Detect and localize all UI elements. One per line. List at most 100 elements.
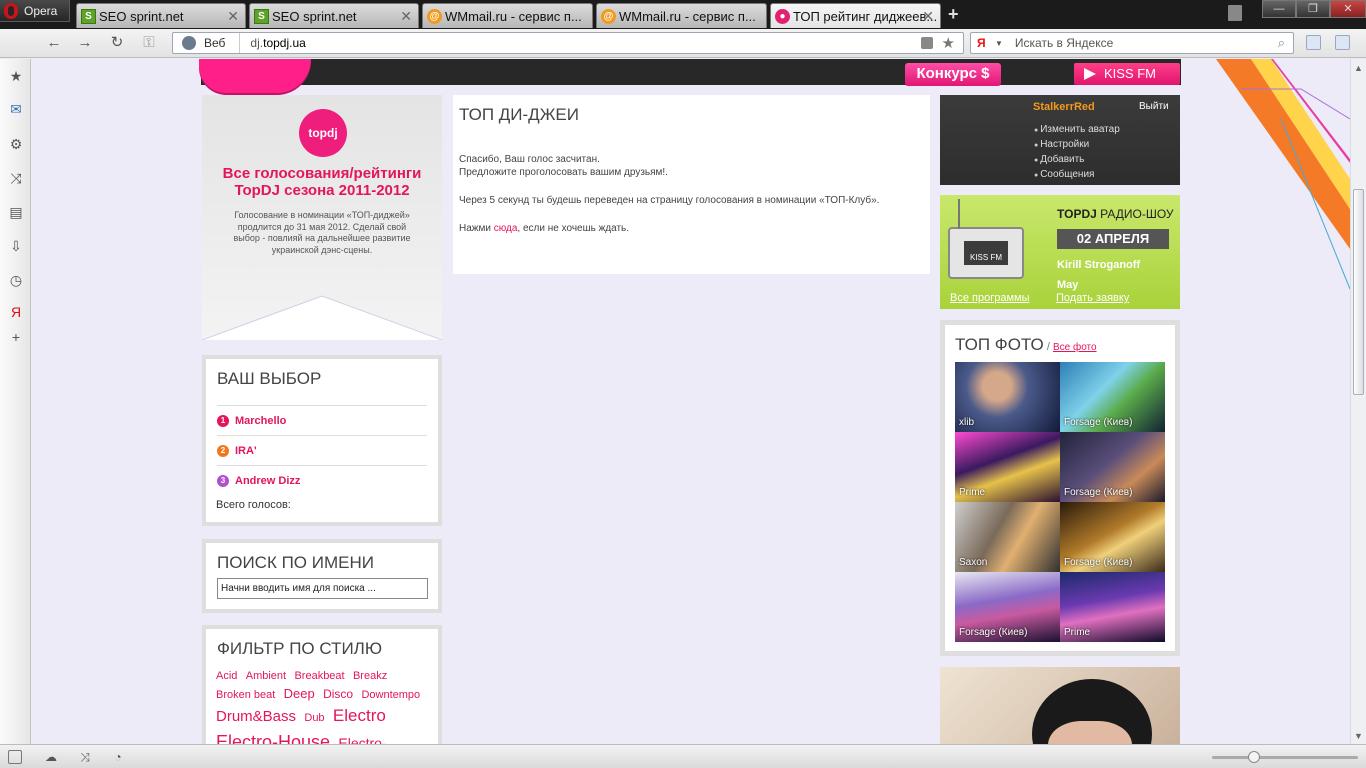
- style-tag[interactable]: Acid: [216, 667, 237, 685]
- chevron-down-icon[interactable]: ▼: [995, 39, 1003, 48]
- username-link[interactable]: StalkerrRed: [1033, 101, 1095, 113]
- minimize-button[interactable]: —: [1262, 0, 1296, 18]
- unite-icon[interactable]: ⤨: [78, 750, 92, 764]
- opera-menu-button[interactable]: Opera: [0, 0, 70, 22]
- choice-item[interactable]: 2 IRA': [217, 435, 427, 465]
- logout-link[interactable]: Выйти: [1139, 101, 1169, 112]
- tab-close-icon[interactable]: ✕: [922, 8, 934, 25]
- history-clock-icon[interactable]: ◷: [8, 272, 24, 288]
- settings-link[interactable]: Настройки: [1034, 138, 1120, 153]
- style-tag[interactable]: Downtempo: [361, 686, 420, 704]
- style-tag[interactable]: Breakbeat: [294, 667, 344, 685]
- tab-close-icon[interactable]: ✕: [400, 8, 412, 25]
- add-panel-plus-icon[interactable]: +: [8, 329, 24, 345]
- kiss-fm-play-button[interactable]: KISS FM: [1074, 63, 1180, 85]
- new-tab-plus-icon[interactable]: +: [948, 4, 959, 25]
- style-tag[interactable]: Breakz: [353, 667, 387, 685]
- search-field[interactable]: Я ▼ Искать в Яндексе ⌕: [970, 32, 1294, 54]
- scroll-down-arrow-icon[interactable]: ▼: [1354, 731, 1363, 741]
- contest-button[interactable]: Конкурс $: [905, 63, 1001, 86]
- submit-application-link[interactable]: Подать заявку: [1056, 292, 1129, 304]
- choice-name[interactable]: IRA': [235, 445, 257, 457]
- browser-tab-active[interactable]: ● ТОП рейтинг диджеев... ✕: [770, 3, 941, 28]
- radio-show-banner[interactable]: KISS FM TOPDJ РАДИО-ШОУ 02 АПРЕЛЯ Kirill…: [940, 195, 1180, 309]
- tab-title: SEO sprint.net: [272, 8, 357, 24]
- style-tag[interactable]: Disco: [323, 685, 353, 703]
- tab-title: ТОП рейтинг диджеев...: [793, 8, 938, 24]
- style-tag[interactable]: Deep: [284, 685, 315, 703]
- browser-tab[interactable]: S SEO sprint.net ✕: [76, 3, 246, 28]
- featured-photo[interactable]: [940, 667, 1180, 744]
- page-title: ТОП ДИ-ДЖЕИ: [459, 105, 579, 124]
- zoom-slider-knob[interactable]: [1248, 751, 1260, 763]
- address-field[interactable]: Веб dj.topdj.ua ★: [172, 32, 964, 54]
- key-icon[interactable]: ⚿: [139, 35, 159, 51]
- choice-name[interactable]: Marchello: [235, 415, 286, 427]
- notes-icon[interactable]: ▤: [8, 204, 24, 220]
- add-link[interactable]: Добавить: [1034, 153, 1120, 168]
- cloud-icon[interactable]: ☁: [44, 750, 58, 764]
- dj-name-search-input[interactable]: [217, 578, 428, 599]
- vertical-scrollbar[interactable]: ▲ ▼: [1350, 59, 1366, 744]
- maximize-button[interactable]: ❐: [1296, 0, 1330, 18]
- downloads-icon[interactable]: ⇩: [8, 238, 24, 254]
- search-icon[interactable]: ⌕: [1278, 35, 1285, 51]
- site-menu[interactable]: [341, 59, 371, 63]
- photo-thumbnail[interactable]: Forsage (Киев): [1060, 362, 1165, 432]
- bookmarks-star-icon[interactable]: ★: [8, 68, 24, 84]
- photo-thumbnail[interactable]: Prime: [1060, 572, 1165, 642]
- web-scope-label[interactable]: Веб: [204, 33, 241, 53]
- turbo-icon[interactable]: ◔: [111, 750, 125, 764]
- choice-item[interactable]: 3 Andrew Dizz: [217, 465, 427, 495]
- tab-close-icon[interactable]: ✕: [227, 8, 239, 25]
- mail-icon[interactable]: ✉: [8, 101, 24, 117]
- rss-icon[interactable]: [921, 37, 933, 49]
- scrollbar-thumb[interactable]: [1353, 189, 1364, 395]
- trash-icon[interactable]: [1228, 5, 1242, 21]
- choice-item[interactable]: 1 Marchello: [217, 405, 427, 435]
- photo-thumbnail[interactable]: Forsage (Киев): [1060, 432, 1165, 502]
- panel-toggle-icon[interactable]: [8, 750, 22, 764]
- photo-thumbnail[interactable]: Forsage (Киев): [955, 572, 1060, 642]
- all-photos-link[interactable]: Все фото: [1053, 342, 1097, 353]
- tab-title: WMmail.ru - сервис п...: [619, 8, 756, 24]
- topdj-logo[interactable]: topdj: [299, 109, 347, 157]
- browser-tab[interactable]: @ WMmail.ru - сервис п...: [596, 3, 767, 28]
- style-tag[interactable]: Drum&Bass: [216, 705, 296, 729]
- style-tag[interactable]: Electro: [333, 704, 386, 728]
- change-avatar-link[interactable]: Изменить аватар: [1034, 123, 1120, 138]
- forward-arrow-icon[interactable]: →: [75, 35, 95, 51]
- gear-icon[interactable]: ⚙: [8, 136, 24, 152]
- back-arrow-icon[interactable]: ←: [44, 35, 64, 51]
- style-tag[interactable]: Broken beat: [216, 686, 275, 704]
- zoom-slider[interactable]: [1212, 751, 1358, 763]
- style-tag[interactable]: Dub: [304, 709, 324, 727]
- promo-block: topdj Все голосования/рейтинги TopDJ сез…: [202, 95, 442, 340]
- style-tag[interactable]: Electro-House: [216, 729, 330, 744]
- download-icon[interactable]: [1335, 35, 1350, 50]
- search-by-name-title: ПОИСК ПО ИМЕНИ: [217, 553, 374, 572]
- style-tag[interactable]: Electro-: [338, 734, 386, 744]
- scroll-up-arrow-icon[interactable]: ▲: [1354, 63, 1363, 73]
- click-here-link[interactable]: сюда: [494, 223, 518, 234]
- page-icon[interactable]: [1306, 35, 1321, 50]
- style-tag[interactable]: Ambient: [246, 667, 286, 685]
- all-programs-link[interactable]: Все программы: [950, 292, 1029, 304]
- photo-thumbnail[interactable]: Saxon: [955, 502, 1060, 572]
- promo-title[interactable]: Все голосования/рейтинги TopDJ сезона 20…: [202, 165, 442, 199]
- reload-icon[interactable]: ↻: [107, 35, 127, 51]
- photo-grid: xlib Forsage (Киев) Prime Forsage (Киев)…: [955, 362, 1165, 642]
- share-icon[interactable]: ⤨: [8, 170, 24, 186]
- rank-badge: 3: [217, 474, 229, 487]
- yandex-panel-icon[interactable]: Я: [8, 304, 24, 320]
- messages-link[interactable]: Сообщения: [1034, 168, 1120, 183]
- site-logo[interactable]: [199, 59, 311, 93]
- choice-name[interactable]: Andrew Dizz: [235, 475, 300, 487]
- browser-tab[interactable]: @ WMmail.ru - сервис п...: [422, 3, 593, 28]
- close-window-button[interactable]: ✕: [1330, 0, 1366, 18]
- photo-thumbnail[interactable]: Prime: [955, 432, 1060, 502]
- photo-thumbnail[interactable]: Forsage (Киев): [1060, 502, 1165, 572]
- browser-tab[interactable]: S SEO sprint.net ✕: [249, 3, 419, 28]
- bookmark-star-icon[interactable]: ★: [942, 34, 955, 52]
- photo-thumbnail[interactable]: xlib: [955, 362, 1060, 432]
